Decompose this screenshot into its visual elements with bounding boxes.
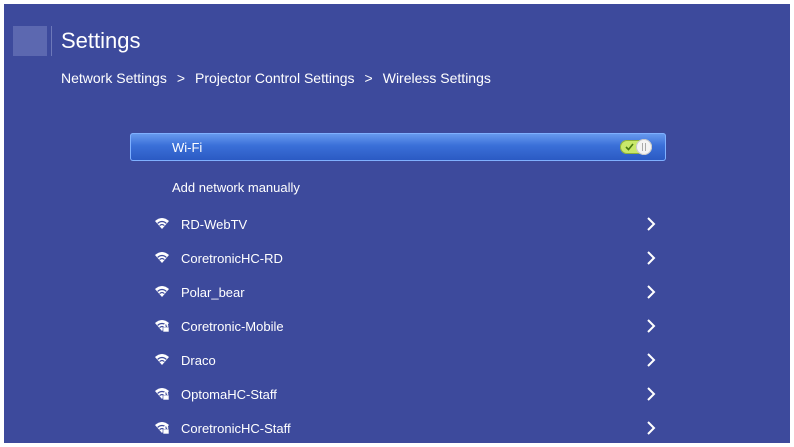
network-name: RD-WebTV <box>181 217 248 232</box>
chevron-right-icon <box>647 285 656 299</box>
page-title: Settings <box>61 28 141 53</box>
chevron-right-icon <box>647 353 656 367</box>
network-name: OptomaHC-Staff <box>181 387 277 402</box>
chevron-right-icon <box>647 319 656 333</box>
chevron-right-icon <box>647 251 656 265</box>
toggle-knob <box>636 139 652 155</box>
wifi-secured-icon <box>155 422 170 435</box>
network-list-item[interactable]: CoretronicHC-Staff <box>144 414 664 442</box>
add-network-manually-button[interactable]: Add network manually <box>172 180 300 195</box>
breadcrumb-separator: > <box>176 70 186 86</box>
checkmark-icon <box>625 143 634 151</box>
network-list-item[interactable]: OptomaHC-Staff <box>144 380 664 408</box>
settings-screen: Settings Network Settings > Projector Cont… <box>4 4 790 443</box>
network-name: Polar_bear <box>181 285 245 300</box>
wifi-toggle-switch[interactable] <box>620 139 652 155</box>
wifi-secured-icon <box>155 388 170 401</box>
network-name: CoretronicHC-Staff <box>181 421 291 436</box>
network-list-item[interactable]: RD-WebTV <box>144 210 664 238</box>
network-name: CoretronicHC-RD <box>181 251 283 266</box>
network-list-item[interactable]: CoretronicHC-RD <box>144 244 664 272</box>
breadcrumb: Network Settings > Projector Control Setti… <box>61 70 491 86</box>
chevron-right-icon <box>647 217 656 231</box>
network-list-item[interactable]: Polar_bear <box>144 278 664 306</box>
wifi-label: Wi-Fi <box>172 140 203 155</box>
wifi-secured-icon <box>155 320 170 333</box>
header-divider <box>51 26 52 56</box>
breadcrumb-item-network-settings[interactable]: Network Settings <box>61 70 167 86</box>
network-list-item[interactable]: Draco <box>144 346 664 374</box>
breadcrumb-item-wireless-settings: Wireless Settings <box>382 70 491 86</box>
breadcrumb-separator: > <box>364 70 373 86</box>
chevron-right-icon <box>647 421 656 435</box>
wifi-icon <box>155 286 169 297</box>
app-icon-placeholder <box>13 26 47 56</box>
wifi-icon <box>155 354 169 365</box>
network-list-item[interactable]: Coretronic-Mobile <box>144 312 664 340</box>
wifi-icon <box>155 218 169 229</box>
wifi-icon <box>155 252 169 263</box>
network-name: Coretronic-Mobile <box>181 319 284 334</box>
chevron-right-icon <box>647 387 656 401</box>
wifi-toggle-row[interactable]: Wi-Fi <box>130 133 666 161</box>
breadcrumb-item-projector-control-settings[interactable]: Projector Control Settings <box>195 70 355 86</box>
network-name: Draco <box>181 353 216 368</box>
